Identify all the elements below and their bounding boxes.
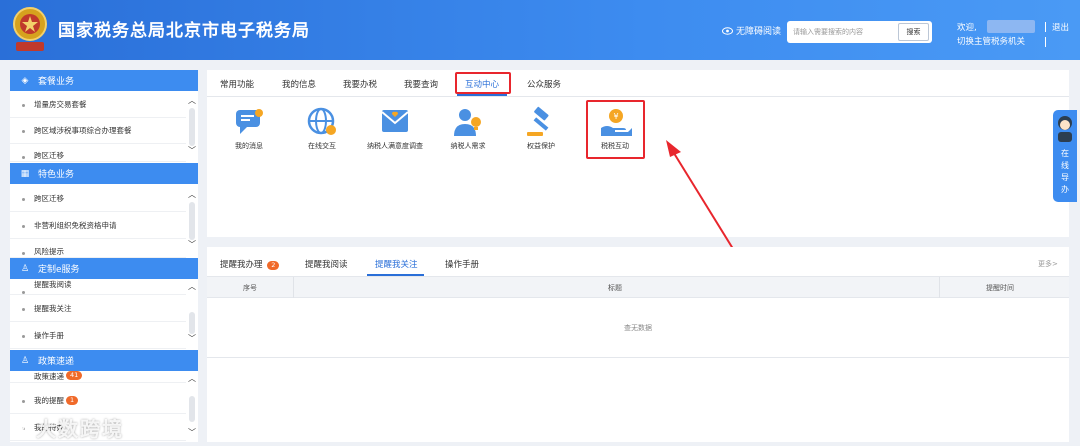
accessibility-reading-button[interactable]: 无障碍阅读 [722, 24, 781, 37]
tab-manual[interactable]: 操作手册 [445, 258, 479, 270]
scroll-up-icon[interactable]: ︿ [186, 190, 198, 200]
online-guide-widget[interactable]: 在 线 导 办 [1053, 110, 1077, 202]
column-header-remind-time: 提醒时间 [986, 284, 1014, 292]
sidebar-item[interactable]: 提醒我关注 [10, 296, 186, 322]
online-interaction-button[interactable]: 在线交互 [287, 106, 357, 151]
tab-tax-handling[interactable]: 我要办税 [343, 78, 377, 90]
count-badge: 41 [66, 371, 83, 380]
watermark-logo-icon [12, 420, 25, 436]
column-header-index: 序号 [243, 284, 257, 292]
reminder-panel: 提醒我办理 2 提醒我阅读 提醒我关注 操作手册 更多> 序号 标题 提醒时间 … [207, 247, 1069, 442]
scroll-up-icon[interactable]: ︿ [186, 282, 198, 292]
masked-username [987, 20, 1035, 33]
sidebar-section-featured[interactable]: ▦ 特色业务 [10, 163, 198, 184]
column-header-title: 标题 [608, 284, 622, 292]
count-badge: 1 [66, 396, 79, 405]
tab-highlight-box [455, 72, 511, 94]
scroll-up-icon[interactable]: ︿ [186, 374, 198, 384]
sidebar-section-package[interactable]: ◈ 套餐业务 [10, 70, 198, 91]
sidebar: ◈ 套餐业务 增量房交易套餐 跨区域涉税事项综合办理套餐 跨区迁移 ︿ ﹀ ▦ … [10, 70, 198, 442]
search-button[interactable]: 搜索 [898, 23, 929, 41]
sidebar-scrollbar[interactable]: ︿ ﹀ [186, 374, 198, 438]
sidebar-item[interactable]: 风险提示 [10, 240, 186, 258]
search-input[interactable] [789, 23, 895, 41]
sidebar-scrollbar[interactable]: ︿ ﹀ [186, 96, 198, 158]
top-tab-bar: 常用功能 我的信息 我要办税 我要查询 互动中心 公众服务 [207, 70, 1069, 97]
bottom-tab-bar: 提醒我办理 2 提醒我阅读 提醒我关注 操作手册 更多> [207, 247, 1069, 277]
layers-icon: ◈ [21, 75, 29, 86]
sidebar-item[interactable]: 提醒我阅读 [10, 279, 186, 295]
grid-icon: ▦ [20, 168, 30, 179]
sidebar-section-title: 套餐业务 [38, 77, 75, 87]
sidebar-item[interactable]: 增量房交易套餐 [10, 92, 186, 118]
taxpayer-needs-button[interactable]: 纳税人需求 [433, 106, 503, 151]
active-tab-underline [367, 274, 424, 276]
eye-icon [722, 26, 733, 35]
satisfaction-survey-button[interactable]: 纳税人满意度调查 [360, 106, 430, 151]
sidebar-item[interactable]: 我的提醒 1 [10, 388, 186, 414]
user-icon: ♙ [20, 355, 30, 366]
guide-avatar-icon [1058, 116, 1072, 142]
scroll-down-icon[interactable]: ﹀ [186, 334, 198, 344]
tab-public-service[interactable]: 公众服务 [527, 78, 561, 90]
sidebar-item[interactable]: 操作手册 [10, 323, 186, 349]
sidebar-scrollbar[interactable]: ︿ ﹀ [186, 282, 198, 346]
tab-my-info[interactable]: 我的信息 [282, 78, 316, 90]
accessibility-label: 无障碍阅读 [736, 27, 782, 37]
rights-protection-button[interactable]: 权益保护 [506, 106, 576, 151]
sidebar-section-title: 政策速递 [38, 357, 75, 367]
sidebar-section-custom-service[interactable]: ♙ 定制e服务 [10, 258, 198, 279]
tab-remind-follow[interactable]: 提醒我关注 [375, 258, 418, 270]
gavel-icon [527, 106, 549, 136]
tab-remind-handle[interactable]: 提醒我办理 2 [220, 258, 280, 270]
sidebar-item[interactable]: 跨区迁移 [10, 186, 186, 212]
my-messages-button[interactable]: 我的消息 [214, 106, 284, 151]
sidebar-scrollbar[interactable]: ︿ ﹀ [186, 190, 198, 252]
switch-tax-office-link[interactable]: 切换主管税务机关 [957, 35, 1025, 47]
count-badge: 2 [267, 261, 280, 270]
sidebar-item[interactable]: 跨区域涉税事项综合办理套餐 [10, 118, 186, 144]
national-emblem-icon [13, 7, 47, 51]
search-box: 搜索 [787, 21, 932, 43]
watermark: 大数跨境 [10, 413, 124, 442]
person-lightbulb-icon [454, 109, 481, 136]
message-icon [236, 109, 263, 134]
scroll-down-icon[interactable]: ﹀ [186, 240, 198, 250]
sidebar-item[interactable]: 非营利组织免税资格申请 [10, 213, 186, 239]
scroll-down-icon[interactable]: ﹀ [186, 146, 198, 156]
active-tab-underline [457, 94, 507, 96]
site-title: 国家税务总局北京市电子税务局 [58, 21, 310, 41]
tab-remind-read[interactable]: 提醒我阅读 [305, 258, 348, 270]
welcome-text: 欢迎, [957, 23, 977, 33]
sidebar-section-title: 定制e服务 [38, 265, 80, 275]
function-panel: 常用功能 我的信息 我要办税 我要查询 互动中心 公众服务 我的消息 在线交互 [207, 70, 1069, 237]
scroll-up-icon[interactable]: ︿ [186, 96, 198, 106]
logout-link[interactable]: 退出 [1052, 21, 1069, 33]
function-highlight-box [586, 100, 645, 159]
table-header: 序号 标题 提醒时间 [207, 277, 1069, 298]
header-divider [1045, 37, 1046, 47]
tab-query[interactable]: 我要查询 [404, 78, 438, 90]
more-link[interactable]: 更多> [1038, 259, 1058, 269]
sidebar-item[interactable]: 政策速递 41 [10, 371, 186, 383]
user-icon: ♙ [20, 263, 30, 274]
tab-common-functions[interactable]: 常用功能 [220, 78, 254, 90]
sidebar-section-title: 特色业务 [38, 170, 75, 180]
survey-envelope-icon [381, 110, 409, 132]
globe-icon [307, 107, 336, 135]
empty-state-text: 查无数据 [624, 324, 652, 332]
scroll-down-icon[interactable]: ﹀ [186, 428, 198, 438]
header-bar: 国家税务总局北京市电子税务局 无障碍阅读 搜索 欢迎, 切换主管税务机关 退出 [0, 0, 1080, 60]
sidebar-item[interactable]: 跨区迁移 [10, 144, 186, 162]
header-divider [1045, 22, 1046, 32]
sidebar-section-policy[interactable]: ♙ 政策速递 [10, 350, 198, 371]
